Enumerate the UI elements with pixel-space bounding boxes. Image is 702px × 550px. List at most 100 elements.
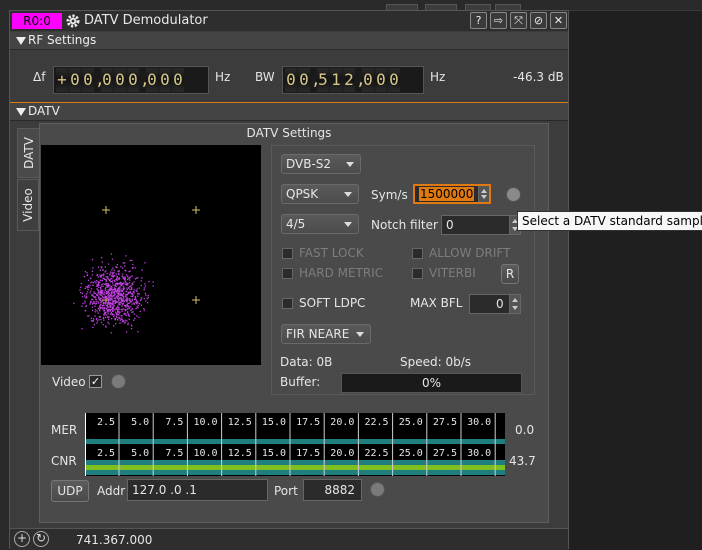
- meter-tick-label: 22.5: [365, 417, 389, 428]
- reset-button[interactable]: R: [501, 264, 519, 284]
- constellation-point: [87, 284, 89, 287]
- help-button[interactable]: ?: [470, 12, 487, 29]
- device-tag[interactable]: R0:0: [12, 13, 62, 29]
- delta-f-frequency-dial[interactable]: +0 0, 0 0 0, 0 0 0: [53, 66, 209, 94]
- constellation-point: [84, 295, 86, 297]
- constellation-point: [103, 310, 105, 312]
- video-checkbox[interactable]: ✓: [89, 375, 102, 388]
- delta-f-digit[interactable]: 0: [172, 68, 184, 92]
- constellation-point: [140, 304, 142, 306]
- hard-metric-checkbox[interactable]: [282, 268, 293, 279]
- constellation-point: [131, 259, 133, 262]
- udp-address-input[interactable]: 127.0 .0 .1: [127, 479, 268, 501]
- constellation-point: [119, 289, 121, 291]
- hard-metric-label: HARD METRIC: [299, 266, 384, 280]
- constellation-point: [115, 323, 117, 325]
- constellation-point: [99, 279, 101, 281]
- delta-f-digit[interactable]: 0: [159, 68, 171, 92]
- datv-header[interactable]: DATV: [10, 102, 568, 121]
- symrate-input[interactable]: 1500000: [413, 184, 491, 204]
- constellation-point: [120, 293, 122, 295]
- constellation-point: [115, 307, 118, 309]
- fast-lock-checkbox[interactable]: [282, 248, 293, 259]
- bandwidth-digit[interactable]: 1: [330, 68, 342, 92]
- settings-gear-icon[interactable]: [65, 13, 81, 32]
- constellation-point: [101, 283, 103, 286]
- delta-f-digit[interactable]: +: [56, 68, 68, 92]
- meter-tick-label: 25.0: [399, 417, 423, 428]
- settings-apply-led[interactable]: [506, 187, 521, 202]
- bandwidth-digit[interactable]: 0: [298, 68, 310, 92]
- constellation-point: [96, 274, 99, 276]
- udp-port-input[interactable]: 8882: [303, 479, 362, 501]
- close-button[interactable]: ✕: [550, 12, 567, 29]
- standard-select[interactable]: DVB-S2: [281, 154, 361, 174]
- constellation-marker: [102, 206, 110, 214]
- refresh-button[interactable]: ↻: [33, 531, 49, 547]
- spin-arrows-icon[interactable]: [478, 186, 489, 202]
- constellation-point: [104, 278, 106, 280]
- constellation-point: [127, 322, 129, 324]
- constellation-point: [84, 300, 86, 302]
- delta-f-digit[interactable]: 0: [82, 68, 94, 92]
- tooltip: Select a DATV standard sample rate: [517, 211, 702, 231]
- constellation-point: [108, 316, 110, 318]
- bandwidth-digit[interactable]: 0: [285, 68, 297, 92]
- filter-select[interactable]: FIR NEARE: [281, 324, 371, 344]
- max-bfl-input[interactable]: 0: [469, 294, 521, 314]
- constellation-point: [83, 276, 85, 278]
- title-bar[interactable]: R0:0 DATV Demodulator ? ⇨ ⤧ ⊘ ✕: [10, 11, 568, 31]
- bandwidth-digit[interactable]: 0: [375, 68, 387, 92]
- modulation-select[interactable]: QPSK: [281, 184, 359, 204]
- allow-drift-checkbox[interactable]: [412, 248, 423, 259]
- chevron-down-icon: [356, 332, 364, 337]
- constellation-point: [119, 297, 121, 300]
- delta-f-digit[interactable]: 0: [101, 68, 113, 92]
- rf-settings-header[interactable]: RF Settings: [10, 32, 568, 50]
- constellation-point: [110, 332, 112, 334]
- status-bar: + ↻ 741.367.000: [10, 528, 568, 550]
- constellation-point: [111, 287, 113, 289]
- meter-bar: [85, 470, 505, 475]
- constellation-point: [131, 327, 133, 330]
- constellation-point: [111, 269, 113, 271]
- constellation-point: [123, 282, 125, 284]
- constellation-point: [107, 318, 110, 320]
- delta-f-digit[interactable]: 0: [69, 68, 81, 92]
- delta-f-digit[interactable]: 0: [127, 68, 139, 92]
- expand-icon: ⤧: [514, 14, 523, 27]
- fec-select-value: 4/5: [286, 217, 306, 231]
- bandwidth-digit[interactable]: 5: [317, 68, 329, 92]
- constellation-point: [95, 282, 97, 284]
- bandwidth-dial[interactable]: 00,512,000: [282, 66, 424, 94]
- constellation-point: [114, 299, 116, 302]
- delta-f-digit[interactable]: 0: [146, 68, 158, 92]
- soft-ldpc-checkbox[interactable]: [282, 298, 293, 309]
- meter-tick-label: 15.0: [262, 448, 286, 459]
- constellation-point: [97, 289, 99, 291]
- video-label: Video: [52, 375, 86, 389]
- add-channel-button[interactable]: +: [14, 531, 30, 547]
- viterbi-checkbox[interactable]: [412, 268, 423, 279]
- constellation-point: [132, 263, 134, 266]
- fec-select[interactable]: 4/5: [281, 214, 359, 234]
- delta-f-unit: Hz: [215, 70, 231, 84]
- constellation-point: [103, 319, 105, 321]
- constellation-point: [95, 303, 97, 305]
- notch-filter-input[interactable]: 0: [441, 215, 521, 235]
- udp-button[interactable]: UDP: [51, 480, 89, 502]
- bandwidth-digit[interactable]: 0: [362, 68, 374, 92]
- constellation-point: [94, 292, 97, 294]
- constellation-point: [93, 318, 95, 320]
- expand-button[interactable]: ⤧: [510, 12, 527, 29]
- constellation-point: [136, 288, 138, 290]
- move-to-workspace-button[interactable]: ⇨: [490, 12, 507, 29]
- hide-button[interactable]: ⊘: [530, 12, 547, 29]
- delta-f-digit[interactable]: 0: [114, 68, 126, 92]
- bandwidth-digit[interactable]: 2: [343, 68, 355, 92]
- tab-video[interactable]: Video: [17, 179, 39, 231]
- spin-arrows-icon[interactable]: [509, 295, 520, 313]
- constellation-plot: [73, 206, 200, 334]
- bandwidth-digit[interactable]: 0: [388, 68, 400, 92]
- constellation-point: [111, 312, 113, 315]
